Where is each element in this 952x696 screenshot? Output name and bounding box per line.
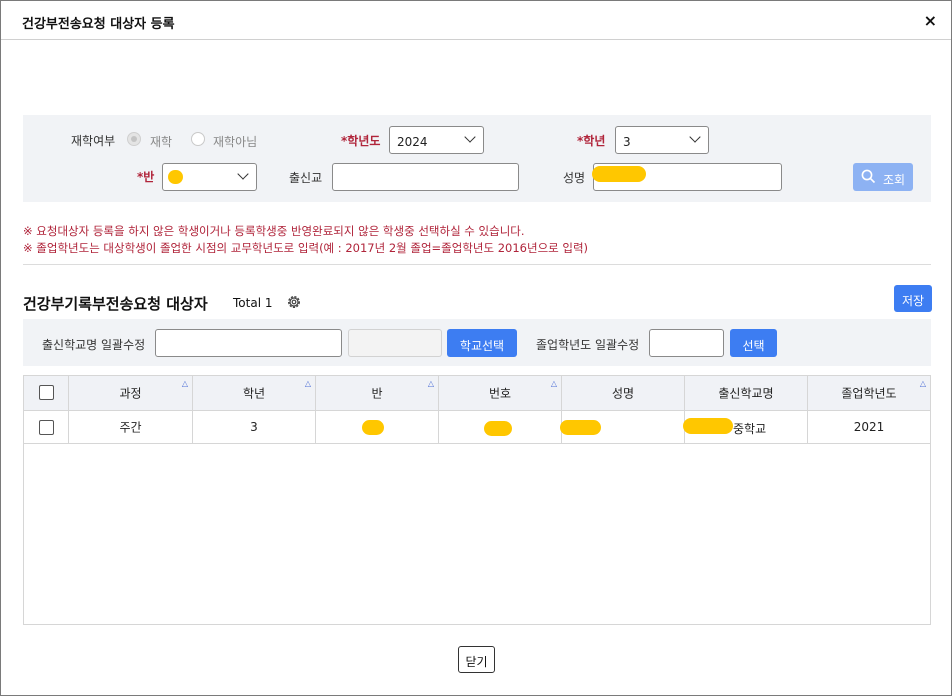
search-panel: 재학여부 재학 재학아님 *학년도 2024 *학년 3 *반 출신교 성명 조… (23, 115, 931, 202)
header-checkbox-cell (24, 376, 69, 410)
cell-course-value: 주간 (119, 420, 142, 435)
origin-school-label: 출신교 (289, 171, 323, 185)
radio-enrolled-label: 재학 (150, 135, 173, 149)
radio-enrolled[interactable] (127, 132, 141, 146)
cell-class (316, 411, 439, 443)
school-year-label: *학년도 (341, 134, 381, 148)
bulk-school-label: 출신학교명 일괄수정 (42, 338, 146, 352)
select-all-checkbox[interactable] (39, 385, 54, 400)
grid-header: 과정 △ 학년 △ 반 △ 번호 △ 성명 출신학교명 졸업학년도 △ (24, 376, 930, 411)
cell-grad-year: 2021 (808, 411, 930, 443)
redacted-value (362, 420, 384, 435)
sort-icon[interactable]: △ (551, 379, 557, 388)
close-button[interactable]: 닫기 (458, 646, 495, 673)
grade-select[interactable]: 3 (615, 126, 709, 154)
sort-icon[interactable]: △ (305, 379, 311, 388)
dialog-titlebar: 건강부전송요청 대상자 등록 × (1, 1, 951, 40)
search-button-label: 조회 (883, 173, 906, 187)
cell-course: 주간 (69, 411, 193, 443)
school-year-value: 2024 (397, 135, 428, 149)
cell-name (560, 411, 685, 443)
column-header-label: 번호 (488, 386, 512, 401)
column-header-label: 반 (371, 386, 383, 401)
cell-grade-value: 3 (250, 420, 258, 434)
table-row[interactable]: 주간 3 중학교 2021 (24, 411, 930, 444)
grad-year-select-button[interactable]: 선택 (730, 329, 777, 357)
student-grid: 과정 △ 학년 △ 반 △ 번호 △ 성명 출신학교명 졸업학년도 △ 주간 3… (23, 375, 931, 625)
grade-label: *학년 (577, 134, 606, 148)
column-header[interactable]: 반 △ (316, 376, 439, 410)
school-year-select[interactable]: 2024 (389, 126, 484, 154)
bulk-edit-panel: 출신학교명 일괄수정 학교선택 졸업학년도 일괄수정 선택 (23, 319, 931, 366)
cell-grade: 3 (193, 411, 316, 443)
radio-not-enrolled-label: 재학아님 (213, 135, 258, 149)
search-button[interactable]: 조회 (853, 163, 913, 191)
redacted-value (484, 421, 512, 436)
sort-icon[interactable]: △ (428, 379, 434, 388)
column-header[interactable]: 출신학교명 (685, 376, 808, 410)
column-header-label: 출신학교명 (718, 386, 774, 401)
close-icon[interactable]: × (924, 11, 937, 30)
gear-icon[interactable] (286, 294, 302, 310)
bulk-grad-year-input[interactable] (649, 329, 724, 357)
bulk-school-input[interactable] (155, 329, 342, 357)
sort-icon[interactable]: △ (182, 379, 188, 388)
class-label: *반 (137, 170, 155, 184)
chevron-down-icon (689, 131, 701, 143)
chevron-down-icon (237, 168, 249, 180)
origin-school-input[interactable] (332, 163, 519, 191)
cell-number (439, 411, 562, 443)
column-header-label: 학년 (242, 386, 266, 401)
section-divider (23, 264, 931, 265)
bulk-school-code-field (348, 329, 442, 357)
column-header[interactable]: 성명 (562, 376, 685, 410)
column-header[interactable]: 과정 △ (69, 376, 193, 410)
grade-value: 3 (623, 135, 631, 149)
dialog-title: 건강부전송요청 대상자 등록 (22, 17, 175, 32)
section-title: 건강부기록부전송요청 대상자 (23, 295, 208, 313)
redacted-value (560, 420, 601, 435)
bulk-grad-year-label: 졸업학년도 일괄수정 (536, 338, 640, 352)
notice-line: ※ 졸업학년도는 대상학생이 졸업한 시점의 교무학년도로 입력(예 : 201… (23, 241, 589, 255)
cell-school-value: 중학교 (733, 422, 767, 436)
search-icon (861, 169, 876, 184)
sort-icon[interactable]: △ (920, 379, 926, 388)
column-header-label: 성명 (611, 386, 635, 401)
student-name-label: 성명 (563, 171, 586, 185)
notice-line: ※ 요청대상자 등록을 하지 않은 학생이거나 등록학생중 반영완료되지 않은 … (23, 224, 525, 238)
student-name-input[interactable] (592, 163, 782, 191)
column-header[interactable]: 학년 △ (193, 376, 316, 410)
redacted-value (683, 418, 733, 434)
enroll-status-label: 재학여부 (71, 134, 116, 148)
cell-school: 중학교 (683, 411, 808, 443)
row-checkbox-cell (24, 411, 69, 443)
column-header[interactable]: 번호 △ (439, 376, 562, 410)
column-header-label: 졸업학년도 (841, 386, 897, 401)
chevron-down-icon (464, 131, 476, 143)
class-select[interactable] (162, 163, 257, 191)
save-button[interactable]: 저장 (894, 285, 932, 312)
school-select-button[interactable]: 학교선택 (447, 329, 517, 357)
redacted-value (592, 166, 646, 182)
column-header-label: 과정 (119, 386, 142, 401)
column-header[interactable]: 졸업학년도 △ (808, 376, 930, 410)
redacted-value (168, 170, 183, 184)
total-count: Total 1 (233, 296, 273, 310)
radio-not-enrolled[interactable] (191, 132, 205, 146)
register-target-dialog: 건강부전송요청 대상자 등록 × 재학여부 재학 재학아님 *학년도 2024 … (0, 0, 952, 696)
cell-grad-year-value: 2021 (853, 420, 885, 434)
row-checkbox[interactable] (39, 420, 54, 435)
